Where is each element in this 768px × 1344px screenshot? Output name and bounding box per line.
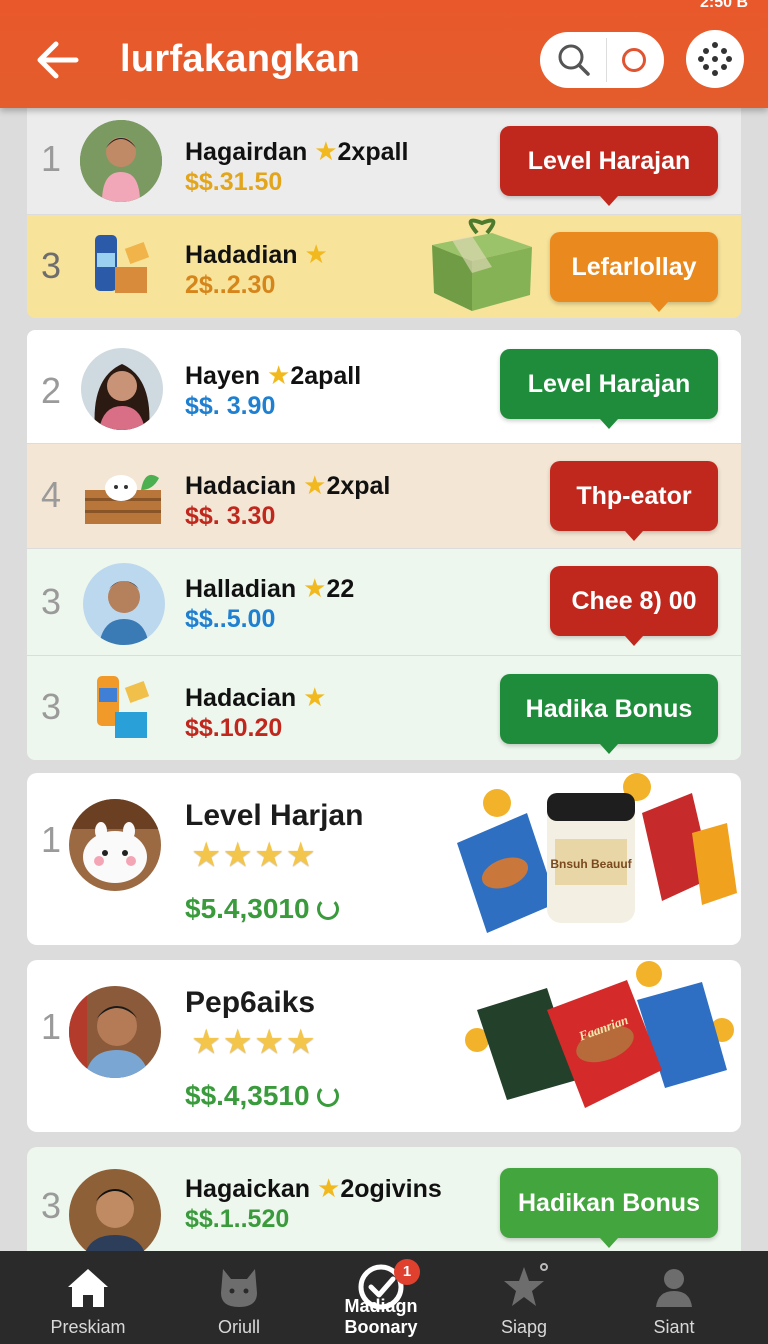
nav-item-siapg[interactable]: Siapg — [449, 1251, 599, 1344]
rank-number: 3 — [41, 581, 62, 622]
star-icon — [504, 1263, 548, 1306]
level-harajan-button[interactable]: Level Harajan — [500, 126, 718, 206]
item-price: $$.31.50 — [185, 168, 283, 196]
product-card[interactable]: 1 Level Harjan ★★★★ $5.4,3010 Bnsuh Beau… — [27, 773, 741, 945]
chee-button[interactable]: Chee 8) 00 — [550, 566, 718, 646]
item-name: Hayen ★2apall — [185, 360, 362, 390]
star-icon: ★ — [303, 470, 327, 500]
star-icon: ★ — [314, 136, 338, 166]
notification-badge: 1 — [394, 1259, 420, 1285]
item-price: $$.1..520 — [185, 1205, 290, 1233]
item-name: Level Harjan — [185, 799, 364, 832]
menu-button[interactable] — [686, 30, 744, 88]
list-item[interactable]: 1 Hagairdan ★2xpall $$.31.50 Level Haraj… — [27, 108, 741, 214]
item-price: $5.4,3010 — [185, 893, 340, 925]
snack-pack-image: Bnsuh Beauuf — [457, 773, 737, 933]
pack-label: Bnsuh Beauuf — [550, 857, 632, 871]
rating-stars: ★★★★ — [191, 1023, 317, 1061]
item-price: $$..5.00 — [185, 605, 276, 633]
item-name: Hagairdan ★2xpall — [185, 136, 409, 166]
search-button[interactable] — [554, 42, 594, 78]
rank-number: 2 — [41, 370, 62, 411]
level-harajan-button[interactable]: Level Harajan — [500, 349, 718, 429]
search-pill — [540, 32, 664, 88]
refresh-icon — [317, 1085, 340, 1107]
star-icon: ★ — [303, 573, 327, 603]
home-icon — [68, 1269, 108, 1307]
list-item[interactable]: 3 Halladian ★22 $$..5.00 Chee 8) 00 — [27, 549, 741, 655]
rank-number: 1 — [41, 1006, 62, 1047]
item-name: Halladian ★22 — [185, 573, 355, 603]
item-name: Pep6aiks — [185, 986, 316, 1019]
rating-stars: ★★★★ — [191, 836, 317, 874]
app-header: lurfakangkan — [0, 0, 768, 108]
hadika-bonus-button[interactable]: Hadika Bonus — [500, 674, 718, 754]
avatar — [80, 120, 162, 202]
product-thumbnail — [91, 231, 161, 301]
nav-item-pet[interactable]: Oriull — [164, 1251, 314, 1344]
thp-eator-button[interactable]: Thp-eator — [550, 461, 718, 541]
star-icon: ★ — [317, 1173, 341, 1203]
item-name: Hagaickan ★2ogivins — [185, 1173, 442, 1203]
rank-number: 3 — [41, 245, 62, 286]
person-icon — [656, 1269, 692, 1307]
avatar — [83, 563, 165, 645]
nav-label: Preskiam — [50, 1317, 126, 1337]
avatar — [81, 348, 163, 430]
hadikan-bonus-button[interactable]: Hadikan Bonus — [500, 1168, 718, 1248]
avatar — [69, 799, 161, 891]
rank-number: 3 — [41, 1185, 62, 1226]
nav-label: Oriull — [217, 1317, 260, 1337]
dots-grid-icon — [698, 42, 732, 76]
item-name: Hadacian ★2xpal — [185, 470, 391, 500]
arrow-left-icon — [37, 41, 79, 79]
nav-label: Siapg — [500, 1317, 548, 1337]
rank-number: 1 — [41, 138, 62, 179]
product-card[interactable]: 1 Pep6aiks ★★★★ $$.4,3510 Faanrian — [27, 960, 741, 1132]
avatar — [69, 986, 161, 1078]
rank-number: 1 — [41, 819, 62, 860]
search-icon — [558, 44, 590, 76]
item-name: Hadadian ★ — [185, 239, 328, 269]
lefarlollay-button[interactable]: Lefarlollay — [550, 232, 718, 312]
rank-number: 4 — [41, 474, 62, 515]
pet-icon — [221, 1269, 257, 1307]
product-thumbnail — [83, 460, 163, 530]
nav-label: Siant — [653, 1317, 695, 1337]
record-button[interactable] — [622, 48, 646, 72]
item-name: Hadacian ★ — [185, 682, 327, 712]
item-price: $$.4,3510 — [185, 1080, 340, 1112]
status-time: 2:50 B — [699, 0, 748, 11]
avatar — [69, 1169, 161, 1251]
back-button[interactable] — [30, 30, 90, 90]
page-title: lurfakangkan — [120, 38, 361, 80]
star-icon: ★ — [303, 682, 327, 712]
item-price: $$.10.20 — [185, 714, 283, 742]
nav-item-madiagn[interactable]: 1 Madiagn Boonary — [306, 1251, 456, 1344]
rank-number: 3 — [41, 686, 62, 727]
item-price: $$. 3.90 — [185, 392, 276, 420]
list-item[interactable]: 3 Hadacian ★ $$.10.20 Hadika Bonus — [27, 656, 741, 760]
refresh-icon — [317, 898, 340, 920]
item-price: $$. 3.30 — [185, 502, 276, 530]
star-icon: ★ — [304, 239, 328, 269]
list-item[interactable]: 4 Hadacian ★2xpal $$. 3.30 Thp-eator — [27, 444, 741, 548]
star-icon: ★ — [267, 360, 291, 390]
list-item[interactable]: 3 Hagaickan ★2ogivins $$.1..520 Hadikan … — [27, 1147, 741, 1251]
list-item[interactable]: 3 Hadadian ★ 2$..2.30 Lefarlollay — [27, 215, 741, 318]
product-thumbnail — [91, 672, 161, 742]
snack-pack-image: Faanrian — [465, 961, 734, 1108]
gift-box-icon — [432, 218, 532, 311]
nav-label: Madiagn Boonary — [344, 1296, 418, 1337]
nav-item-home[interactable]: Preskiam — [13, 1251, 163, 1344]
nav-item-siant[interactable]: Siant — [599, 1251, 749, 1344]
pill-divider — [606, 38, 607, 82]
bottom-navigation: Preskiam Oriull 1 Madiagn Boonary Siapg … — [0, 1251, 768, 1344]
item-price: 2$..2.30 — [185, 271, 276, 299]
list-item[interactable]: 2 Hayen ★2apall $$. 3.90 Level Harajan — [27, 330, 741, 443]
